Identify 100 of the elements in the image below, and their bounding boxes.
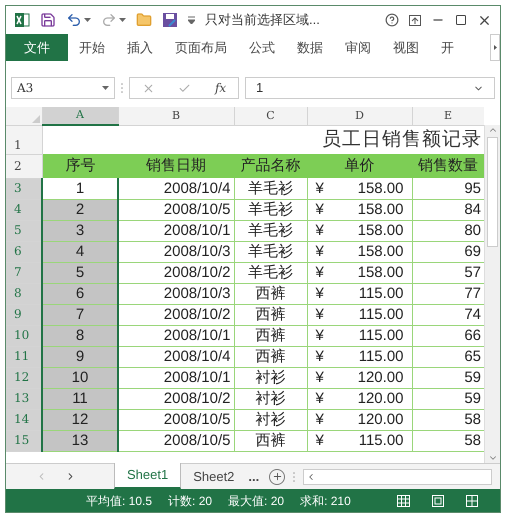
row-header[interactable]: 10	[6, 325, 42, 346]
row-header[interactable]: 4	[6, 199, 42, 220]
column-heading: 单价	[307, 154, 412, 178]
table-cell: 115.00	[358, 326, 404, 345]
sheet-title: 员工日销售额记录	[322, 128, 482, 150]
currency-symbol: ¥	[316, 347, 324, 366]
file-tab[interactable]: 文件	[6, 34, 68, 61]
ribbon-tab[interactable]: 数据	[286, 34, 334, 61]
ribbon-tab[interactable]: 视图	[382, 34, 430, 61]
table-cell: 西裤	[234, 304, 307, 325]
currency-symbol: ¥	[316, 284, 324, 303]
ribbon-tab[interactable]: 开	[430, 34, 465, 61]
table-cell: 羊毛衫	[234, 262, 307, 283]
status-stat: 最大值: 20	[228, 492, 284, 510]
column-header[interactable]: D	[307, 107, 412, 125]
ribbon-tab[interactable]: 公式	[238, 34, 286, 61]
column-header[interactable]: B	[118, 107, 234, 125]
column-header[interactable]: E	[412, 107, 484, 125]
status-stat: 求和: 210	[300, 492, 351, 510]
currency-symbol: ¥	[316, 221, 324, 240]
status-stat: 平均值: 10.5	[86, 492, 152, 510]
table-cell: 衬衫	[234, 409, 307, 430]
table-cell: 2008/10/3	[118, 283, 234, 304]
row-header[interactable]: 14	[6, 409, 42, 430]
column-header[interactable]: C	[234, 107, 307, 125]
table-cell: 1	[42, 178, 118, 199]
table-cell: 120.00	[358, 410, 404, 429]
name-box[interactable]: A3	[11, 77, 115, 99]
table-cell: 158.00	[358, 200, 404, 219]
row-header[interactable]: 7	[6, 262, 42, 283]
row-header[interactable]: 1	[6, 125, 42, 154]
table-cell: 西裤	[234, 283, 307, 304]
row-header[interactable]: 9	[6, 304, 42, 325]
column-heading: 序号	[42, 154, 118, 178]
table-cell: 2008/10/5	[118, 199, 234, 220]
row-header[interactable]: 11	[6, 346, 42, 367]
table-cell: 2008/10/5	[118, 409, 234, 430]
table-cell: 羊毛衫	[234, 220, 307, 241]
window-title: 只对当前选择区域...	[205, 11, 320, 30]
column-heading: 销售数量	[412, 154, 484, 178]
row-header[interactable]: 15	[6, 430, 42, 451]
currency-symbol: ¥	[316, 326, 324, 345]
currency-symbol: ¥	[316, 368, 324, 387]
table-cell: 西裤	[234, 430, 307, 451]
table-cell: 115.00	[358, 431, 404, 450]
table-cell: 158.00	[358, 221, 404, 240]
table-cell: 158.00	[358, 263, 404, 282]
table-cell: 2	[42, 199, 118, 220]
row-header[interactable]: 12	[6, 367, 42, 388]
table-cell: 115.00	[358, 347, 404, 366]
table-cell: 158.00	[358, 178, 404, 198]
formula-input[interactable]: 1	[245, 77, 495, 99]
currency-symbol: ¥	[316, 305, 324, 324]
table-cell: 衬衫	[234, 388, 307, 409]
currency-symbol: ¥	[316, 178, 324, 198]
table-cell: 8	[42, 325, 118, 346]
sheet-tab[interactable]: Sheet1	[114, 463, 182, 489]
column-header[interactable]: A	[42, 107, 118, 125]
table-cell: 2008/10/3	[118, 241, 234, 262]
table-cell: 7	[42, 304, 118, 325]
row-header[interactable]: 2	[6, 154, 42, 178]
table-cell: 羊毛衫	[234, 241, 307, 262]
row-header[interactable]: 13	[6, 388, 42, 409]
table-cell: 2008/10/4	[118, 178, 234, 199]
row-header[interactable]: 5	[6, 220, 42, 241]
row-header[interactable]: 3	[6, 178, 42, 199]
table-cell: 2008/10/1	[118, 325, 234, 346]
table-cell: 2008/10/4	[118, 346, 234, 367]
table-cell: 西裤	[234, 325, 307, 346]
sheet-tab[interactable]: Sheet2	[181, 464, 246, 489]
currency-symbol: ¥	[316, 242, 324, 261]
more-sheets-button[interactable]: ...	[246, 464, 262, 489]
table-cell: 12	[42, 409, 118, 430]
currency-symbol: ¥	[316, 389, 324, 408]
currency-symbol: ¥	[316, 263, 324, 282]
table-cell: 2008/10/2	[118, 388, 234, 409]
table-cell: 3	[42, 220, 118, 241]
column-heading: 销售日期	[118, 154, 234, 178]
currency-symbol: ¥	[316, 410, 324, 429]
row-header[interactable]: 8	[6, 283, 42, 304]
ribbon-tab[interactable]: 审阅	[334, 34, 382, 61]
table-cell: 10	[42, 367, 118, 388]
table-cell: 2008/10/1	[118, 367, 234, 388]
table-cell: 6	[42, 283, 118, 304]
ribbon-tab[interactable]: 插入	[116, 34, 164, 61]
insert-function-button[interactable]: fx	[214, 79, 226, 97]
row-header[interactable]: 6	[6, 241, 42, 262]
table-cell: 120.00	[358, 389, 404, 408]
table-cell: 13	[42, 430, 118, 451]
table-cell: 西裤	[234, 346, 307, 367]
table-cell: 羊毛衫	[234, 199, 307, 220]
table-cell: 115.00	[358, 305, 404, 324]
currency-symbol: ¥	[316, 431, 324, 450]
table-cell: 11	[42, 388, 118, 409]
table-cell: 2008/10/1	[118, 220, 234, 241]
ribbon-tab[interactable]: 页面布局	[164, 34, 238, 61]
ribbon-tab[interactable]: 开始	[68, 34, 116, 61]
column-heading: 产品名称	[234, 154, 307, 178]
table-cell: 158.00	[358, 242, 404, 261]
table-cell: 4	[42, 241, 118, 262]
